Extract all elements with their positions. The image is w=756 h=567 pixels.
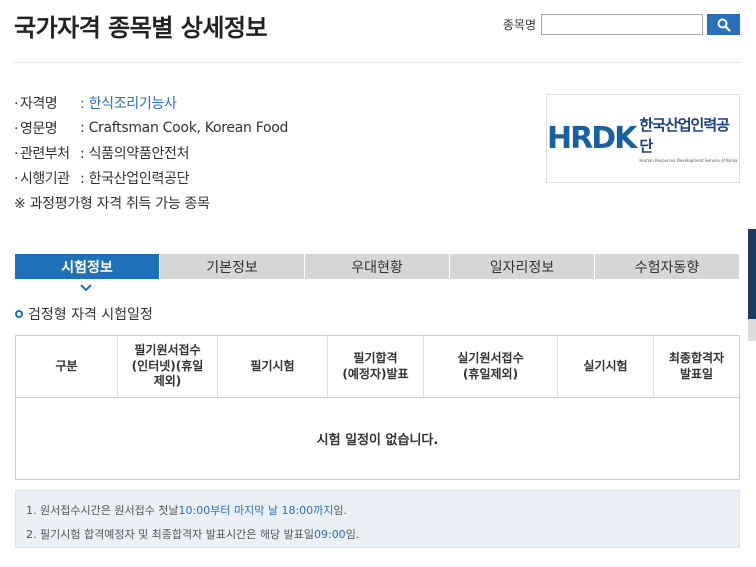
note-text: 2. 필기시험 합격예정자 및 최종합격자 발표시간은 해당 발표일 [26, 528, 314, 541]
chevron-down-icon [80, 284, 92, 292]
table-header: 필기합격 (예정자)발표 [327, 335, 424, 398]
table-header: 구분 [15, 335, 118, 398]
info-note: ※ 과정평가형 자격 취득 가능 종목 [14, 195, 210, 212]
info-label: 자격명 [14, 93, 80, 113]
logo-korean-name: 한국산업인력공단 [639, 116, 730, 155]
table-header: 실기원서접수 (휴일제외) [423, 335, 558, 398]
exam-schedule-table: 구분 필기원서접수 (인터넷)(휴일 제외) 필기시험 필기합격 (예정자)발표… [15, 335, 740, 480]
table-header: 필기시험 [217, 335, 328, 398]
info-row-agency: 시행기관 : 한국산업인력공단 [14, 165, 288, 190]
bullet-icon [15, 310, 23, 318]
table-header: 실기시험 [557, 335, 654, 398]
page-title: 국가자격 종목별 상세정보 [14, 14, 268, 42]
tab-exam-info[interactable]: 시험정보 [15, 254, 160, 279]
info-row-name: 자격명 : 한식조리기능사 [14, 90, 288, 115]
search-icon [717, 18, 731, 32]
search-label: 종목명 [502, 18, 536, 32]
side-quick-menu-tab[interactable] [748, 319, 756, 341]
info-label: 시행기관 [14, 168, 80, 188]
side-quick-menu[interactable] [748, 229, 756, 319]
logo-english-name: Human Resources Development Service of K… [639, 158, 738, 163]
table-row: 시험 일정이 없습니다. [16, 398, 740, 480]
note-text: 임. [333, 504, 348, 517]
info-row-english: 영문명 : Craftsman Cook, Korean Food [14, 115, 288, 140]
note-line-2: 2. 필기시험 합격예정자 및 최종합격자 발표시간은 해당 발표일 09:00… [26, 522, 739, 546]
search-button[interactable] [707, 14, 740, 35]
note-highlight: 09:00 [313, 527, 346, 541]
search-input[interactable] [541, 14, 703, 35]
empty-message: 시험 일정이 없습니다. [316, 433, 439, 448]
notes-box: 1. 원서접수시간은 원서접수 첫날 10:00부터 마지막 날 18:00까지… [15, 490, 740, 548]
tab-bar: 시험정보 기본정보 우대현황 일자리정보 수험자동향 [15, 254, 739, 279]
top-divider [14, 62, 742, 63]
info-value: : 식품의약품안전처 [80, 145, 190, 162]
info-row-ministry: 관련부처 : 식품의약품안전처 [14, 140, 288, 165]
tab-basic-info[interactable]: 기본정보 [160, 254, 305, 279]
info-label: 관련부처 [14, 143, 80, 163]
tab-preference[interactable]: 우대현황 [305, 254, 450, 279]
note-text: 임. [345, 528, 360, 541]
search-bar: 종목명 [503, 14, 740, 35]
note-text: 1. 원서접수시간은 원서접수 첫날 [26, 504, 179, 517]
info-value: : 한국산업인력공단 [80, 170, 190, 187]
table-header: 필기원서접수 (인터넷)(휴일 제외) [117, 335, 218, 398]
note-line-1: 1. 원서접수시간은 원서접수 첫날 10:00부터 마지막 날 18:00까지… [26, 498, 739, 522]
hrdk-logo: HRDK 한국산업인력공단 Human Resources Developmen… [546, 94, 740, 183]
qualification-info: 자격명 : 한식조리기능사 영문명 : Craftsman Cook, Kore… [14, 90, 288, 215]
logo-mark: HRDK [547, 121, 637, 156]
info-label: 영문명 [14, 118, 80, 138]
tab-examinee-trends[interactable]: 수험자동향 [595, 254, 739, 279]
section-title-text: 검정형 자격 시험일정 [28, 307, 153, 323]
section-title: 검정형 자격 시험일정 [15, 304, 153, 324]
info-value: : Craftsman Cook, Korean Food [80, 119, 289, 136]
qualification-name-link[interactable]: : 한식조리기능사 [80, 93, 177, 113]
tab-jobs[interactable]: 일자리정보 [450, 254, 595, 279]
table-header-row: 구분 필기원서접수 (인터넷)(휴일 제외) 필기시험 필기합격 (예정자)발표… [15, 335, 740, 398]
table-header: 최종합격자 발표일 [653, 335, 740, 398]
note-highlight: 10:00부터 마지막 날 18:00까지 [178, 504, 334, 517]
